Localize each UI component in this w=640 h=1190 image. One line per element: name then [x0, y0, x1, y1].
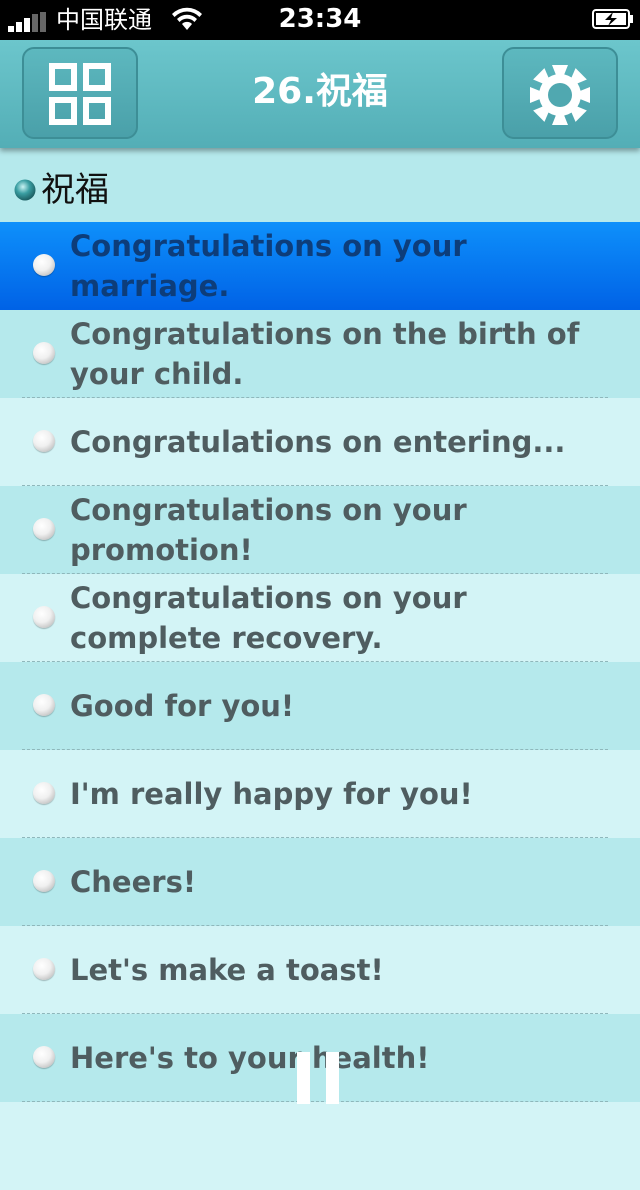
phrase-list: Congratulations on your marriage. Congra… [0, 222, 640, 1190]
row-bullet-icon [33, 958, 55, 980]
phrase-row[interactable]: Congratulations on your marriage. [0, 222, 640, 310]
phrase-row[interactable]: I'm really happy for you! [0, 750, 640, 838]
row-bullet-icon [33, 870, 55, 892]
phrase-row[interactable]: Cheers! [0, 838, 640, 926]
row-bullet-icon [33, 606, 55, 628]
row-bullet-icon [33, 1046, 55, 1068]
phrase-text: Congratulations on your complete recover… [70, 581, 467, 655]
grid-menu-icon [49, 63, 111, 125]
row-bullet-icon [33, 782, 55, 804]
phrase-row[interactable]: Congratulations on your complete recover… [0, 574, 640, 662]
phrase-text: Good for you! [70, 689, 295, 723]
row-bullet-icon [33, 694, 55, 716]
phrase-text: Cheers! [70, 865, 197, 899]
settings-button[interactable] [502, 47, 618, 139]
phrase-text: Congratulations on your marriage. [70, 229, 467, 303]
pause-icon[interactable] [297, 1052, 341, 1104]
menu-button[interactable] [22, 47, 138, 139]
settings-gear-icon [530, 65, 590, 125]
phrase-row[interactable]: Congratulations on entering... [0, 398, 640, 486]
page-title: 26.祝福 [252, 71, 388, 112]
phrase-row[interactable]: Good for you! [0, 662, 640, 750]
list-filler [0, 1102, 640, 1190]
phrase-text: Here's to your health! [70, 1041, 430, 1075]
battery-charging-icon [592, 9, 633, 29]
row-bullet-icon [33, 254, 55, 276]
status-bar: 中国联通 23:34 [0, 0, 640, 40]
phrase-text: I'm really happy for you! [70, 777, 473, 811]
row-bullet-icon [33, 342, 55, 364]
row-bullet-icon [33, 430, 55, 452]
section-title: 祝福 [41, 170, 109, 210]
nav-header: 26.祝福 [0, 40, 640, 148]
phrase-row[interactable]: Congratulations on your promotion! [0, 486, 640, 574]
phrase-text: Congratulations on entering... [70, 425, 566, 459]
phrase-text: Let's make a toast! [70, 953, 384, 987]
phrase-text: Congratulations on your promotion! [70, 493, 467, 567]
phrase-row[interactable]: Let's make a toast! [0, 926, 640, 1014]
row-bullet-icon [33, 518, 55, 540]
section-bullet-icon [14, 179, 36, 201]
status-time: 23:34 [278, 4, 362, 34]
phrase-text: Congratulations on the birth of your chi… [70, 317, 580, 391]
phrase-row[interactable]: Congratulations on the birth of your chi… [0, 310, 640, 398]
